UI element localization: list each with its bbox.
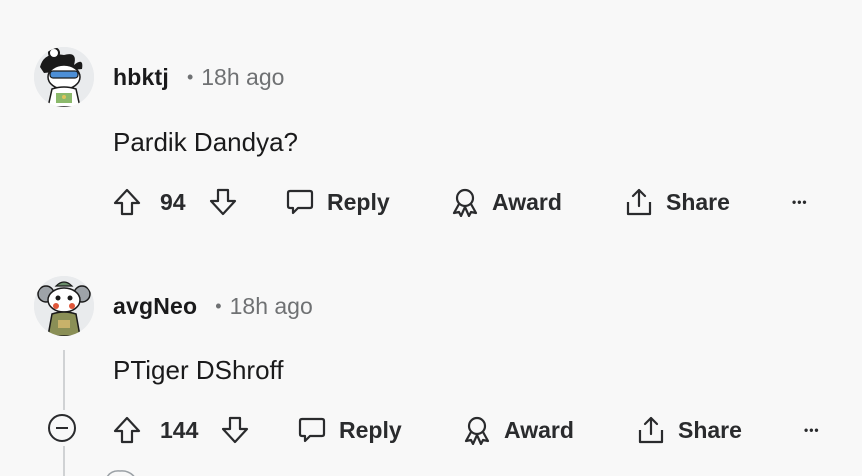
upvote-button[interactable] xyxy=(112,182,142,222)
separator-dot: • xyxy=(215,295,222,316)
avatar-image xyxy=(34,276,94,336)
username[interactable]: avgNeo xyxy=(113,293,197,320)
comment-actions: 144 Reply Award Share ••• xyxy=(0,410,862,450)
comment-meta: avgNeo • 18h ago xyxy=(113,291,313,321)
award-button[interactable]: Award xyxy=(450,182,562,222)
reply-label: Reply xyxy=(339,416,402,443)
upvote-button[interactable] xyxy=(112,410,142,450)
reply-button[interactable]: Reply xyxy=(285,182,390,222)
avatar[interactable] xyxy=(34,47,94,107)
share-button[interactable]: Share xyxy=(636,410,742,450)
more-options-button[interactable]: ••• xyxy=(792,182,808,222)
arrow-up-icon xyxy=(113,188,141,216)
vote-count: 94 xyxy=(160,189,186,215)
share-button[interactable]: Share xyxy=(624,182,730,222)
award-icon xyxy=(464,416,490,445)
timestamp[interactable]: 18h ago xyxy=(201,64,284,91)
award-button[interactable]: Award xyxy=(462,410,574,450)
username[interactable]: hbktj xyxy=(113,64,169,91)
more-icon: ••• xyxy=(792,195,808,209)
reply-button[interactable]: Reply xyxy=(297,410,402,450)
more-options-button[interactable]: ••• xyxy=(804,410,820,450)
comment-thread: hbktj • 18h ago Pardik Dandya? 94 Reply xyxy=(0,0,862,476)
avatar[interactable] xyxy=(34,276,94,336)
speech-bubble-icon xyxy=(298,417,326,443)
award-label: Award xyxy=(492,188,562,215)
thread-line xyxy=(63,446,65,476)
share-icon xyxy=(638,416,664,444)
separator-dot: • xyxy=(186,66,194,87)
arrow-down-icon xyxy=(221,416,249,444)
award-label: Award xyxy=(504,416,574,443)
downvote-button[interactable] xyxy=(220,410,250,450)
comment-actions: 94 Reply Award Share ••• xyxy=(0,182,862,222)
share-label: Share xyxy=(666,188,730,215)
next-reply-avatar-partial xyxy=(104,466,138,476)
share-label: Share xyxy=(678,416,742,443)
share-icon xyxy=(626,188,652,216)
reply-label: Reply xyxy=(327,188,390,215)
vote-count: 144 xyxy=(160,417,199,443)
more-icon: ••• xyxy=(804,423,820,437)
thread-line xyxy=(63,350,65,410)
timestamp[interactable]: 18h ago xyxy=(230,293,313,320)
comment-meta: hbktj • 18h ago xyxy=(113,62,284,92)
award-icon xyxy=(452,188,478,217)
avatar-image xyxy=(34,47,94,107)
avatar-image xyxy=(106,470,135,476)
comment-body: Pardik Dandya? xyxy=(113,127,298,157)
arrow-down-icon xyxy=(209,188,237,216)
speech-bubble-icon xyxy=(286,189,314,215)
arrow-up-icon xyxy=(113,416,141,444)
comment-body: PTiger DShroff xyxy=(113,355,284,385)
downvote-button[interactable] xyxy=(208,182,238,222)
